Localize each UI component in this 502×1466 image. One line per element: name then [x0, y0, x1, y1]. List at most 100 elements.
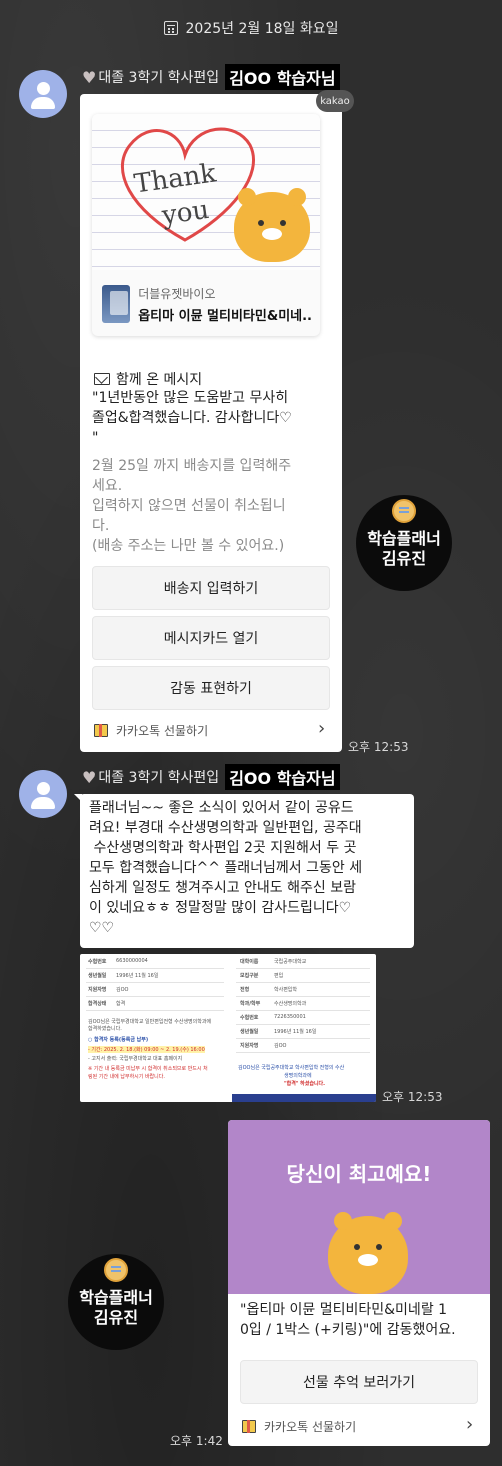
doc-value: 7226350001 [274, 1014, 306, 1020]
planner-label-line2: 김유진 [93, 1308, 139, 1327]
doc-note: 생명의학과에 [284, 1073, 312, 1079]
bear-eye-left [258, 220, 264, 226]
message-time: 오후 12:53 [348, 740, 409, 754]
kakao-badge: kakao [316, 90, 354, 112]
date-header: 2025년 2월 18일 화요일 [0, 18, 502, 38]
calendar-icon [163, 21, 178, 35]
doc-note: "합격" 하셨습니다. [284, 1081, 326, 1087]
row-divider [236, 982, 370, 983]
kakao-gift-footer[interactable]: 카카오톡 선물하기 [94, 722, 208, 739]
doc-label: 수험번호 [240, 1015, 259, 1021]
gift-message-line: " [92, 430, 99, 446]
left-result-panel: 수험번호 6630000004 생년월일 1996년 11월 16일 지원자명 … [80, 954, 230, 1102]
doc-value: 국립공주대학교 [274, 959, 307, 965]
view-gift-memory-button[interactable]: 선물 추억 보러가기 [240, 1360, 478, 1404]
right-result-panel: 대학이름 국립공주대학교 모집구분 편입 전형 학사편입학 학과/학부 수산생명… [232, 954, 376, 1102]
doc-value: 합격 [116, 1001, 126, 1007]
doc-value: 김OO [116, 987, 129, 993]
avatar-body-shape [31, 97, 55, 109]
gift-image-box[interactable]: Thank you 더블유젯바이오 옵티마 이뮨 멀티비타민&미네.. [92, 114, 320, 336]
product-brand: 더블유젯바이오 [138, 286, 216, 301]
bear-eye-right [280, 220, 286, 226]
row-divider [236, 1038, 370, 1039]
thanks-message-line: "옵티마 이뮨 멀티비타민&미네랄 1 [240, 1302, 448, 1318]
row-divider [236, 996, 370, 997]
text-bubble[interactable]: 플래너님~~ 좋은 소식이 있어서 같이 공유드 려요! 부경대 수산생명의학과… [80, 794, 414, 948]
row-divider [236, 968, 370, 969]
kakao-gift-footer[interactable]: 카카오톡 선물하기 [242, 1418, 356, 1435]
sender-prefix: 대졸 3학기 학사편입 [98, 770, 220, 786]
doc-label: 전형 [240, 987, 250, 993]
chevron-right-icon[interactable]: › [466, 1414, 473, 1435]
bubble-line: 수산생명의학과 학사편입 2곳 지원해서 두 곳 [89, 840, 357, 856]
row-divider [86, 968, 224, 969]
planner-label-line1: 학습플래너 [367, 529, 441, 548]
doc-value: 1996년 11월 16일 [274, 1029, 317, 1035]
gift-card[interactable]: Thank you 더블유젯바이오 옵티마 이뮨 멀티비타민&미네.. 함께 온… [80, 94, 342, 752]
chevron-right-icon[interactable]: › [318, 718, 325, 739]
doc-label: 지원자명 [240, 1043, 259, 1049]
doc-value: 학사편입학 [274, 987, 298, 993]
with-message-label: 함께 온 메시지 [116, 372, 203, 388]
row-divider [236, 1024, 370, 1025]
bear-snout [262, 228, 282, 240]
message-time: 오후 1:42 [170, 1434, 223, 1448]
open-message-card-button[interactable]: 메시지카드 열기 [92, 616, 330, 660]
bear-ear-left [238, 188, 256, 206]
thanks-card[interactable]: 당신이 최고예요! "옵티마 이뮨 멀티비타민&미네랄 1 0입 / 1박스 (… [228, 1120, 490, 1446]
gift-box-icon [242, 1420, 256, 1433]
doc-note: 김OO님은 국립공주대학교 학사편입학 전형의 수산 [238, 1065, 345, 1071]
row-divider [236, 1010, 370, 1011]
doc-bottom-bar [232, 1094, 376, 1102]
doc-label: 합격상태 [88, 1001, 107, 1007]
medal-icon [392, 499, 416, 523]
enter-address-button[interactable]: 배송지 입력하기 [92, 566, 330, 610]
doc-label: 지원자명 [88, 987, 107, 993]
bubble-line: ♡♡ [89, 920, 115, 936]
bubble-line: 려요! 부경대 수산생명의학과 일반편입, 공주대 [89, 820, 362, 836]
bubble-line: 이 있네요ㅎㅎ 정말정말 많이 감사드립니다♡ [89, 900, 352, 916]
notice-line: 다. [92, 518, 110, 534]
avatar[interactable] [19, 70, 67, 118]
sender-highlight: 김OO 학습자님 [225, 64, 340, 90]
product-name: 옵티마 이뮨 멀티비타민&미네.. [138, 308, 312, 324]
bear-eye-right [376, 1244, 382, 1250]
doc-label: 수험번호 [88, 959, 107, 965]
avatar-head-shape [37, 82, 50, 95]
doc-value: 1996년 11월 16일 [116, 973, 159, 979]
delivery-notice: 2월 25일 까지 배송지를 입력해주 세요. 입력하지 않으면 선물이 취소됩… [92, 456, 334, 556]
doc-value: 수산생명의학과 [274, 1001, 307, 1007]
admission-result-image[interactable]: 수험번호 6630000004 생년월일 1996년 11월 16일 지원자명 … [80, 954, 376, 1102]
gift-product[interactable]: 더블유젯바이오 옵티마 이뮨 멀티비타민&미네.. [102, 280, 312, 328]
gift-message-line: "1년반동안 많은 도움받고 무사히 [92, 390, 289, 406]
row-divider [86, 996, 224, 997]
bear-snout [358, 1254, 378, 1266]
footer-label: 카카오톡 선물하기 [264, 1420, 357, 1434]
thanks-message-line: 0입 / 1박스 (+키링)"에 감동했어요. [240, 1322, 456, 1338]
notice-line: 2월 25일 까지 배송지를 입력해주 [92, 458, 292, 474]
express-thanks-button[interactable]: 감동 표현하기 [92, 666, 330, 710]
date-text: 2025년 2월 18일 화요일 [185, 21, 339, 37]
gift-message: "1년반동안 많은 도움받고 무사히 졸업&합격했습니다. 감사합니다♡ " [92, 388, 334, 448]
ryan-character-icon [234, 188, 310, 262]
planner-label-line2: 김유진 [381, 549, 427, 568]
planner-badge: 학습플래너 김유진 [68, 1254, 164, 1350]
gift-box-icon [94, 724, 108, 737]
sender-name: ♥ 대졸 3학기 학사편입 김OO 학습자님 [82, 764, 340, 790]
doc-detail: - 고지서 출력: 국립부경대학교 대표 홈페이지 [88, 1056, 183, 1062]
row-divider [236, 1052, 370, 1053]
bear-ear-right [384, 1212, 402, 1230]
avatar[interactable] [19, 770, 67, 818]
thanks-card-image: 당신이 최고예요! [228, 1120, 490, 1294]
avatar-body-shape [31, 797, 55, 809]
doc-value: 6630000004 [116, 958, 148, 964]
product-thumbnail [102, 285, 131, 323]
doc-warning: ※ 기간 내 등록금 미납부 시 합격이 취소되므로 반드시 처 [88, 1066, 208, 1072]
row-divider [86, 1010, 224, 1011]
planner-label-line1: 학습플래너 [79, 1288, 153, 1307]
gift-image-paper: Thank you [92, 114, 320, 270]
doc-label: 학과/학부 [240, 1001, 261, 1007]
doc-label: 모집구분 [240, 973, 259, 979]
sender-prefix: 대졸 3학기 학사편입 [98, 70, 220, 86]
doc-label: 대학이름 [240, 959, 259, 965]
